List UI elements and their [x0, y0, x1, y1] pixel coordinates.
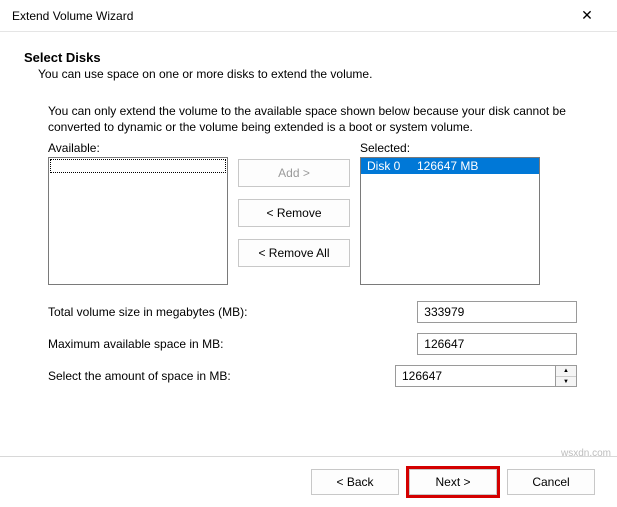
available-column: Available:	[48, 141, 228, 285]
total-size-value: 333979	[417, 301, 577, 323]
max-space-label: Maximum available space in MB:	[48, 337, 417, 351]
available-item-placeholder	[50, 159, 226, 173]
remove-all-button[interactable]: < Remove All	[238, 239, 350, 267]
transfer-buttons: Add > < Remove < Remove All	[238, 141, 350, 267]
wizard-footer: < Back Next > Cancel	[0, 456, 617, 507]
available-listbox[interactable]	[48, 157, 228, 285]
available-label: Available:	[48, 141, 228, 155]
wizard-body: You can only extend the volume to the av…	[0, 91, 617, 409]
selected-label: Selected:	[360, 141, 540, 155]
page-title: Select Disks	[24, 50, 603, 65]
back-button[interactable]: < Back	[311, 469, 399, 495]
spinner-buttons: ▲ ▼	[555, 365, 577, 387]
select-space-input[interactable]: 126647	[395, 365, 555, 387]
window-title: Extend Volume Wizard	[12, 9, 133, 23]
total-size-row: Total volume size in megabytes (MB): 333…	[48, 301, 577, 323]
close-button[interactable]: ✕	[567, 1, 607, 31]
cancel-button[interactable]: Cancel	[507, 469, 595, 495]
select-space-row: Select the amount of space in MB: 126647…	[48, 365, 577, 387]
spinner-up-icon[interactable]: ▲	[556, 366, 576, 377]
selected-listbox[interactable]: Disk 0 126647 MB	[360, 157, 540, 285]
info-text: You can only extend the volume to the av…	[48, 103, 577, 135]
total-size-label: Total volume size in megabytes (MB):	[48, 305, 417, 319]
page-subtitle: You can use space on one or more disks t…	[24, 67, 603, 81]
selected-column: Selected: Disk 0 126647 MB	[360, 141, 540, 285]
remove-button[interactable]: < Remove	[238, 199, 350, 227]
max-space-value: 126647	[417, 333, 577, 355]
select-space-label: Select the amount of space in MB:	[48, 369, 395, 383]
spinner-down-icon[interactable]: ▼	[556, 377, 576, 387]
wizard-header: Select Disks You can use space on one or…	[0, 32, 617, 91]
next-button[interactable]: Next >	[409, 469, 497, 495]
close-icon: ✕	[581, 7, 593, 24]
select-space-spinner[interactable]: 126647 ▲ ▼	[395, 365, 577, 387]
max-space-row: Maximum available space in MB: 126647	[48, 333, 577, 355]
disk-lists-row: Available: Add > < Remove < Remove All S…	[48, 141, 577, 285]
title-bar: Extend Volume Wizard ✕	[0, 0, 617, 32]
add-button[interactable]: Add >	[238, 159, 350, 187]
selected-disk-item[interactable]: Disk 0 126647 MB	[361, 158, 539, 174]
